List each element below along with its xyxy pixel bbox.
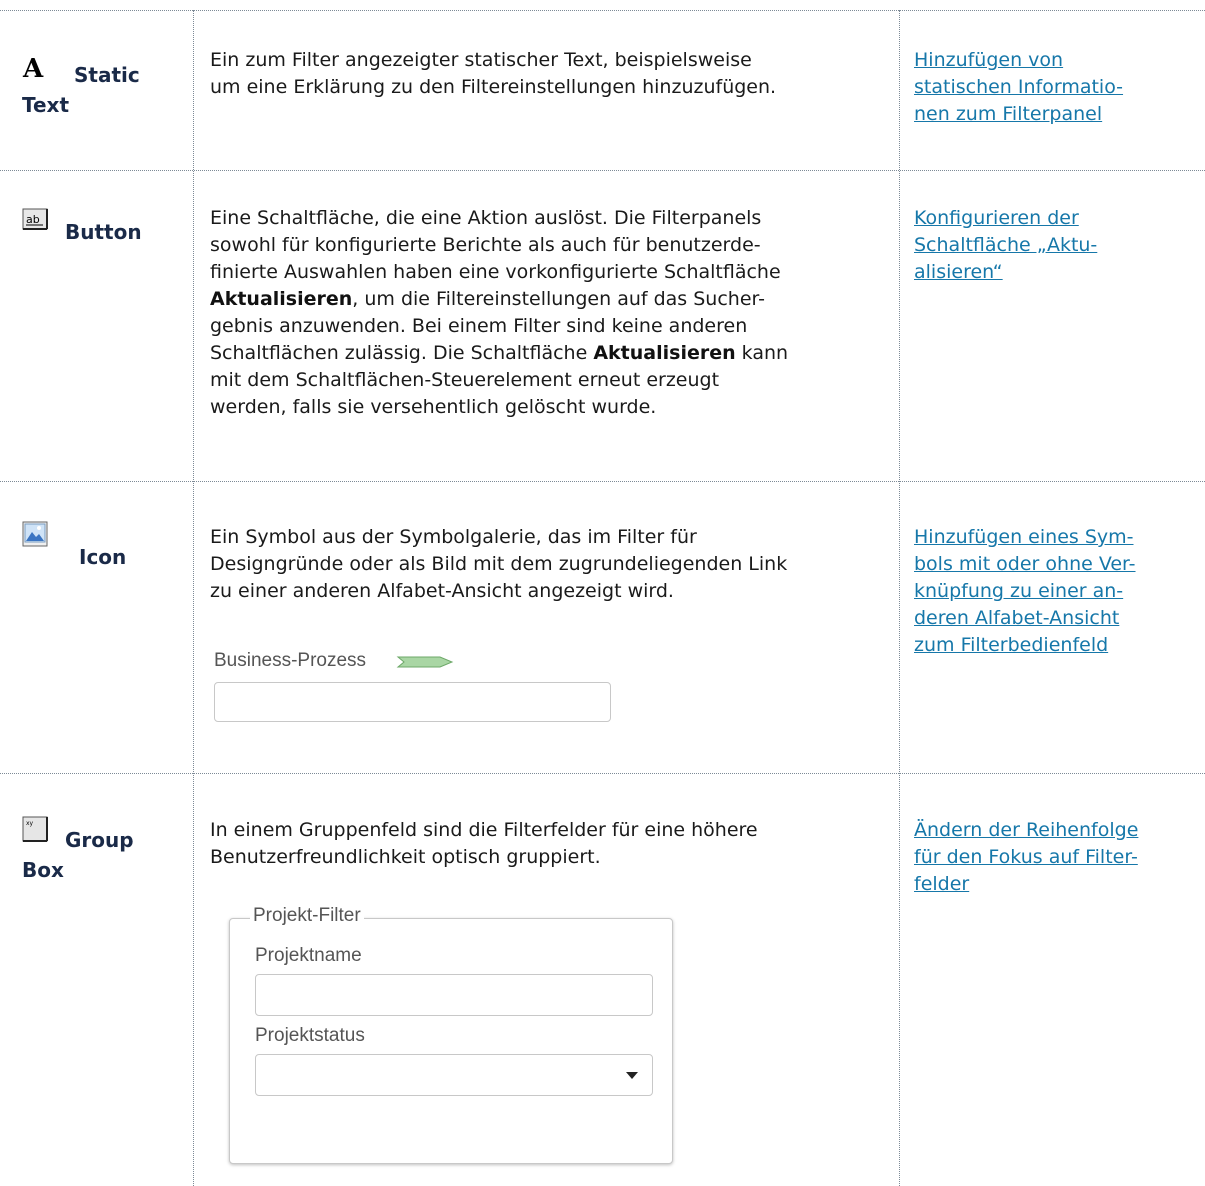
link-line: Schaltfläche „Aktu- <box>914 234 1098 256</box>
description-line: mit dem Schaltflächen-Steuerelement erne… <box>210 369 720 391</box>
control-name: Group <box>65 828 134 852</box>
group-box-icon: xy <box>22 816 48 846</box>
link-line: Konfigurieren der <box>914 207 1079 229</box>
description-line: um eine Erklärung zu den Filtereinstellu… <box>210 76 777 98</box>
table-row-icon: Icon Ein Symbol aus der Symbolgalerie, d… <box>0 481 1205 773</box>
description-cell: Ein Symbol aus der Symbolgalerie, das im… <box>210 524 892 605</box>
link-line: Hinzufügen von <box>914 49 1064 71</box>
link-line: statischen Informatio- <box>914 76 1124 98</box>
bold-term: Aktualisieren <box>210 288 353 310</box>
link-line: deren Alfabet-Ansicht <box>914 607 1120 629</box>
link-line: zum Filterbedienfeld <box>914 634 1109 656</box>
doc-link[interactable]: Hinzufügen eines Sym- bols mit oder ohne… <box>914 524 1199 659</box>
link-line: nen zum Filterpanel <box>914 103 1103 125</box>
description-line: Aktualisieren, um die Filtereinstellunge… <box>210 286 892 313</box>
control-name: Icon <box>79 545 127 569</box>
example-field-label: Business-Prozess <box>214 650 367 671</box>
control-name-line2: Box <box>22 858 64 882</box>
link-line: knüpfung zu einer an- <box>914 580 1124 602</box>
chevron-down-icon <box>626 1072 638 1079</box>
table-row-group-box: xy Group Box In einem Gruppenfeld sind d… <box>0 773 1205 1186</box>
business-process-icon <box>396 654 456 673</box>
control-name: Static <box>74 63 140 87</box>
description-line: Schaltflächen zulässig. Die Schaltfläche… <box>210 340 892 367</box>
link-line: Hinzufügen eines Sym- <box>914 526 1134 548</box>
static-text-icon: A <box>23 54 44 84</box>
link-cell: Hinzufügen eines Sym- bols mit oder ohne… <box>914 524 1199 659</box>
description-line: Designgründe oder als Bild mit dem zugru… <box>210 553 788 575</box>
example-input[interactable] <box>214 682 611 722</box>
field-label-projektname: Projektname <box>255 945 362 966</box>
description-line: gebnis anzuwenden. Bei einem Filter sind… <box>210 315 748 337</box>
control-name: Button <box>65 220 142 244</box>
description-line: Eine Schaltfläche, die eine Aktion auslö… <box>210 207 762 229</box>
projektname-input[interactable] <box>255 974 653 1016</box>
description-text: kann <box>735 342 789 364</box>
description-cell: Eine Schaltfläche, die eine Aktion auslö… <box>210 205 892 421</box>
group-box-legend: Projekt-Filter <box>250 905 364 927</box>
description-line: In einem Gruppenfeld sind die Filterfeld… <box>210 819 758 841</box>
description-line: zu einer anderen Alfabet-Ansicht angezei… <box>210 580 674 602</box>
field-label-projektstatus: Projektstatus <box>255 1025 365 1046</box>
icon-example: Business-Prozess <box>214 648 614 724</box>
description-text: , um die Filtereinstellungen auf das Suc… <box>352 288 765 310</box>
description-line: sowohl für konfigurierte Berichte als au… <box>210 234 761 256</box>
description-line: Benutzerfreundlichkeit optisch gruppiert… <box>210 846 601 868</box>
svg-text:ab: ab <box>26 213 40 226</box>
image-icon <box>22 521 48 551</box>
link-line: Ändern der Reihenfolge <box>914 819 1139 841</box>
control-name-line2: Text <box>22 93 70 117</box>
description-text: Schaltflächen zulässig. Die Schaltfläche <box>210 342 594 364</box>
svg-text:xy: xy <box>26 820 34 827</box>
doc-link[interactable]: Hinzufügen von statischen Informatio- ne… <box>914 47 1199 128</box>
table-row-static-text: A Static Text Ein zum Filter angezeigter… <box>0 10 1205 170</box>
link-line: für den Fokus auf Filter- <box>914 846 1138 868</box>
description-cell: Ein zum Filter angezeigter statischer Te… <box>210 47 892 101</box>
projektstatus-select[interactable] <box>255 1054 653 1096</box>
table-row-button: ab Button Eine Schaltfläche, die eine Ak… <box>0 170 1205 481</box>
example-group-box: Projekt-Filter Projektname Projektstatus <box>229 905 673 1164</box>
description-line: finierte Auswahlen haben eine vorkonfigu… <box>210 261 781 283</box>
link-cell: Hinzufügen von statischen Informatio- ne… <box>914 47 1199 128</box>
link-line: alisieren“ <box>914 261 1003 283</box>
button-control-icon: ab <box>22 208 48 236</box>
link-cell: Ändern der Reihenfolge für den Fokus auf… <box>914 817 1199 898</box>
doc-link[interactable]: Konfigurieren der Schaltfläche „Aktu- al… <box>914 205 1199 286</box>
link-line: felder <box>914 873 970 895</box>
link-line: bols mit oder ohne Ver- <box>914 553 1136 575</box>
description-line: werden, falls sie versehentlich gelöscht… <box>210 396 657 418</box>
description-cell: In einem Gruppenfeld sind die Filterfeld… <box>210 817 892 871</box>
doc-link[interactable]: Ändern der Reihenfolge für den Fokus auf… <box>914 817 1199 898</box>
description-line: Ein zum Filter angezeigter statischer Te… <box>210 49 752 71</box>
bold-term: Aktualisieren <box>593 342 736 364</box>
link-cell: Konfigurieren der Schaltfläche „Aktu- al… <box>914 205 1199 286</box>
description-line: Ein Symbol aus der Symbolgalerie, das im… <box>210 526 697 548</box>
